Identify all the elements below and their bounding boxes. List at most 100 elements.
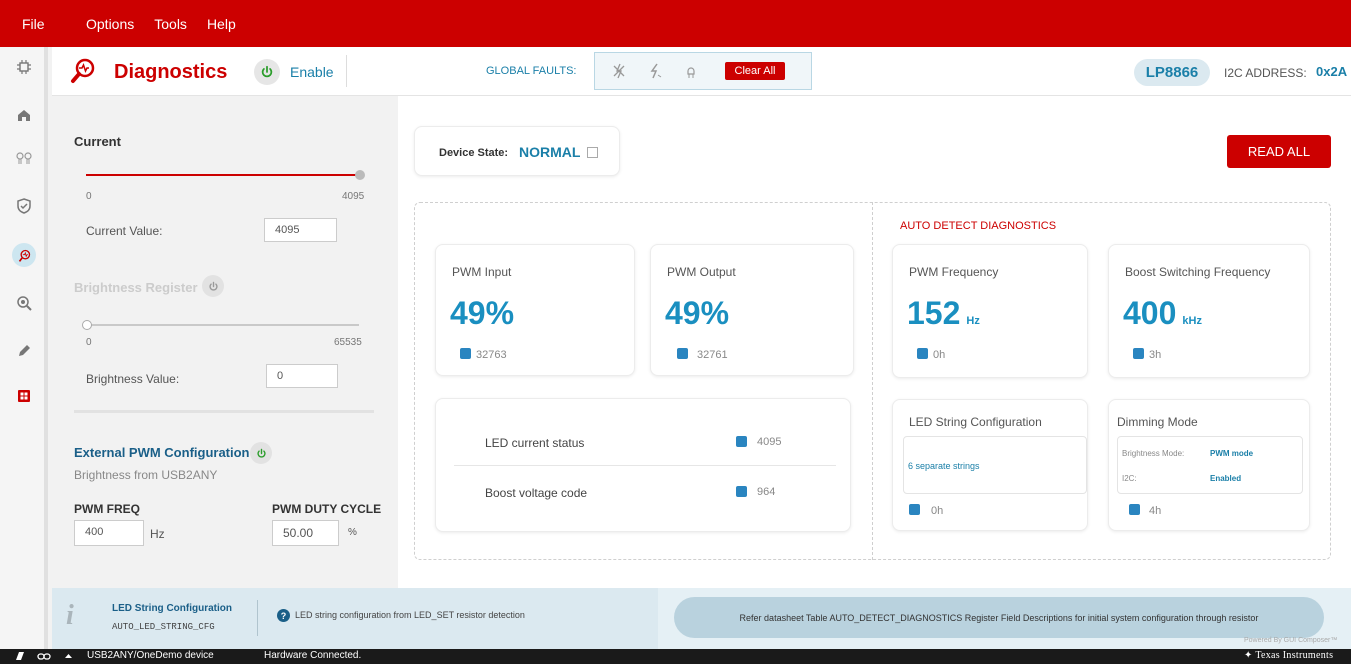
- diagnostics-split: [872, 202, 873, 560]
- status-connection: Hardware Connected.: [264, 650, 362, 661]
- led-string-config-detail: 6 separate strings: [903, 436, 1087, 494]
- ti-state-icon: ✦: [1244, 650, 1253, 661]
- short-fault-icon: [613, 63, 625, 79]
- external-pwm-title: External PWM Configuration: [74, 445, 250, 460]
- menu-help[interactable]: Help: [207, 16, 236, 32]
- current-slider-thumb[interactable]: [355, 170, 365, 180]
- pwm-freq-input[interactable]: 400: [74, 520, 144, 546]
- brightness-power-button[interactable]: [202, 275, 224, 297]
- pwm-frequency-value-group: 152 Hz: [907, 295, 980, 332]
- status-indicator: [917, 348, 928, 359]
- pwm-frequency-unit: Hz: [966, 315, 980, 327]
- state-detail-icon[interactable]: [587, 147, 598, 158]
- pwm-input-raw: 32763: [476, 349, 507, 361]
- footer-divider: [257, 600, 258, 636]
- global-faults-panel: Clear All: [594, 52, 812, 90]
- menu-file[interactable]: File: [0, 16, 66, 32]
- brightness-slider-max: 65535: [334, 337, 362, 348]
- info-icon: i: [66, 600, 74, 631]
- read-all-button[interactable]: READ ALL: [1227, 135, 1331, 168]
- pwm-input-card: PWM Input 49% 32763: [435, 244, 635, 376]
- status-indicator: [736, 486, 747, 497]
- diagnostics-nav-icon[interactable]: [0, 243, 48, 267]
- left-config-panel: Current 0 4095 Current Value: 4095 Brigh…: [52, 96, 398, 588]
- status-indicator: [909, 504, 920, 515]
- current-slider-track[interactable]: [86, 174, 359, 176]
- led-string-config-label: LED String Configuration: [909, 415, 1042, 429]
- i2c-address-value: 0x2A: [1316, 64, 1348, 79]
- status-device: USB2ANY/OneDemo device: [87, 650, 214, 661]
- dimming-mode-card: Dimming Mode Brightness Mode: PWM mode I…: [1108, 399, 1310, 531]
- pwm-output-value: 49%: [665, 295, 730, 331]
- dimming-mode-detail: Brightness Mode: PWM mode I2C: Enabled: [1117, 436, 1303, 494]
- power-icon: [208, 281, 218, 291]
- pwm-output-raw: 32761: [697, 349, 728, 361]
- register-map-icon[interactable]: [0, 384, 48, 408]
- menu-bar: File Options Tools Help: [0, 0, 1351, 47]
- diagnostics-active-indicator: [12, 243, 36, 267]
- menu-options[interactable]: Options: [86, 16, 134, 32]
- pwm-duty-input[interactable]: 50.00: [272, 520, 339, 546]
- external-pwm-subtitle: Brightness from USB2ANY: [74, 468, 218, 482]
- pwm-duty-unit: %: [348, 527, 357, 538]
- chip-icon[interactable]: [0, 55, 48, 79]
- clear-all-button[interactable]: Clear All: [725, 62, 785, 80]
- boost-frequency-raw: 3h: [1149, 349, 1162, 361]
- menu-tools[interactable]: Tools: [154, 16, 187, 32]
- pencil-icon[interactable]: [0, 339, 48, 363]
- ti-logo: ✦ Texas Instruments: [1244, 650, 1333, 661]
- shield-icon[interactable]: [0, 194, 48, 218]
- left-nav: [0, 47, 48, 649]
- pwm-output-label: PWM Output: [667, 265, 736, 279]
- pwm-duty-label: PWM DUTY CYCLE: [272, 502, 382, 516]
- current-slider-max: 4095: [342, 191, 365, 202]
- status-indicator: [1129, 504, 1140, 515]
- enable-button[interactable]: [254, 59, 280, 85]
- led-icon[interactable]: [0, 146, 48, 170]
- brightness-slider-thumb[interactable]: [82, 320, 92, 330]
- powered-by: Powered By GUI Composer™: [1244, 637, 1338, 644]
- boost-frequency-value: 400: [1123, 295, 1177, 331]
- device-icon[interactable]: [14, 651, 26, 662]
- brightness-slider-min: 0: [86, 337, 92, 348]
- brightness-slider-track[interactable]: [86, 324, 359, 326]
- header-divider: [346, 55, 347, 87]
- led-open-fault-icon: [687, 67, 695, 78]
- dimming-mode-raw: 4h: [1149, 505, 1162, 517]
- chevron-up-icon[interactable]: [64, 651, 73, 662]
- brightness-value-input[interactable]: 0: [266, 364, 338, 388]
- brightness-register-title: Brightness Register: [74, 280, 198, 295]
- pwm-frequency-value: 152: [907, 295, 961, 331]
- current-value-input[interactable]: 4095: [264, 218, 337, 242]
- i2c-address-label: I2C ADDRESS:: [1224, 66, 1307, 80]
- help-icon: ?: [277, 609, 290, 622]
- led-string-config-raw: 0h: [931, 505, 944, 517]
- current-value-label: Current Value:: [86, 224, 163, 238]
- page-header: Diagnostics Enable GLOBAL FAULTS: Clear …: [52, 47, 1351, 96]
- search-icon[interactable]: [0, 291, 48, 315]
- external-pwm-power-button[interactable]: [250, 442, 272, 464]
- i2c-key: I2C:: [1122, 474, 1137, 483]
- global-faults-label: GLOBAL FAULTS:: [486, 65, 577, 77]
- device-state-card: Device State: NORMAL: [414, 126, 620, 176]
- pwm-output-card: PWM Output 49% 32761: [650, 244, 854, 376]
- brightness-mode-value: PWM mode: [1210, 449, 1254, 458]
- footer-title: LED String Configuration: [112, 603, 232, 614]
- brightness-mode-key: Brightness Mode:: [1122, 449, 1185, 458]
- pwm-frequency-label: PWM Frequency: [909, 265, 999, 279]
- power-icon: [261, 65, 273, 78]
- status-indicator: [736, 436, 747, 447]
- diagnostics-main: Device State: NORMAL READ ALL AUTO DETEC…: [398, 96, 1351, 588]
- footer-description: LED string configuration from LED_SET re…: [295, 610, 525, 620]
- connection-link-icon[interactable]: [37, 651, 51, 662]
- status-indicator: [1133, 348, 1144, 359]
- diagnostics-icon: [71, 58, 95, 83]
- section-divider: [74, 410, 374, 413]
- boost-voltage-code-value: 964: [757, 486, 776, 498]
- brightness-value-label: Brightness Value:: [86, 372, 180, 386]
- pwm-freq-unit: Hz: [150, 527, 165, 541]
- led-string-config-value: 6 separate strings: [908, 461, 980, 471]
- home-icon[interactable]: [0, 103, 48, 127]
- enable-label[interactable]: Enable: [290, 64, 334, 80]
- boost-frequency-value-group: 400 kHz: [1123, 295, 1202, 332]
